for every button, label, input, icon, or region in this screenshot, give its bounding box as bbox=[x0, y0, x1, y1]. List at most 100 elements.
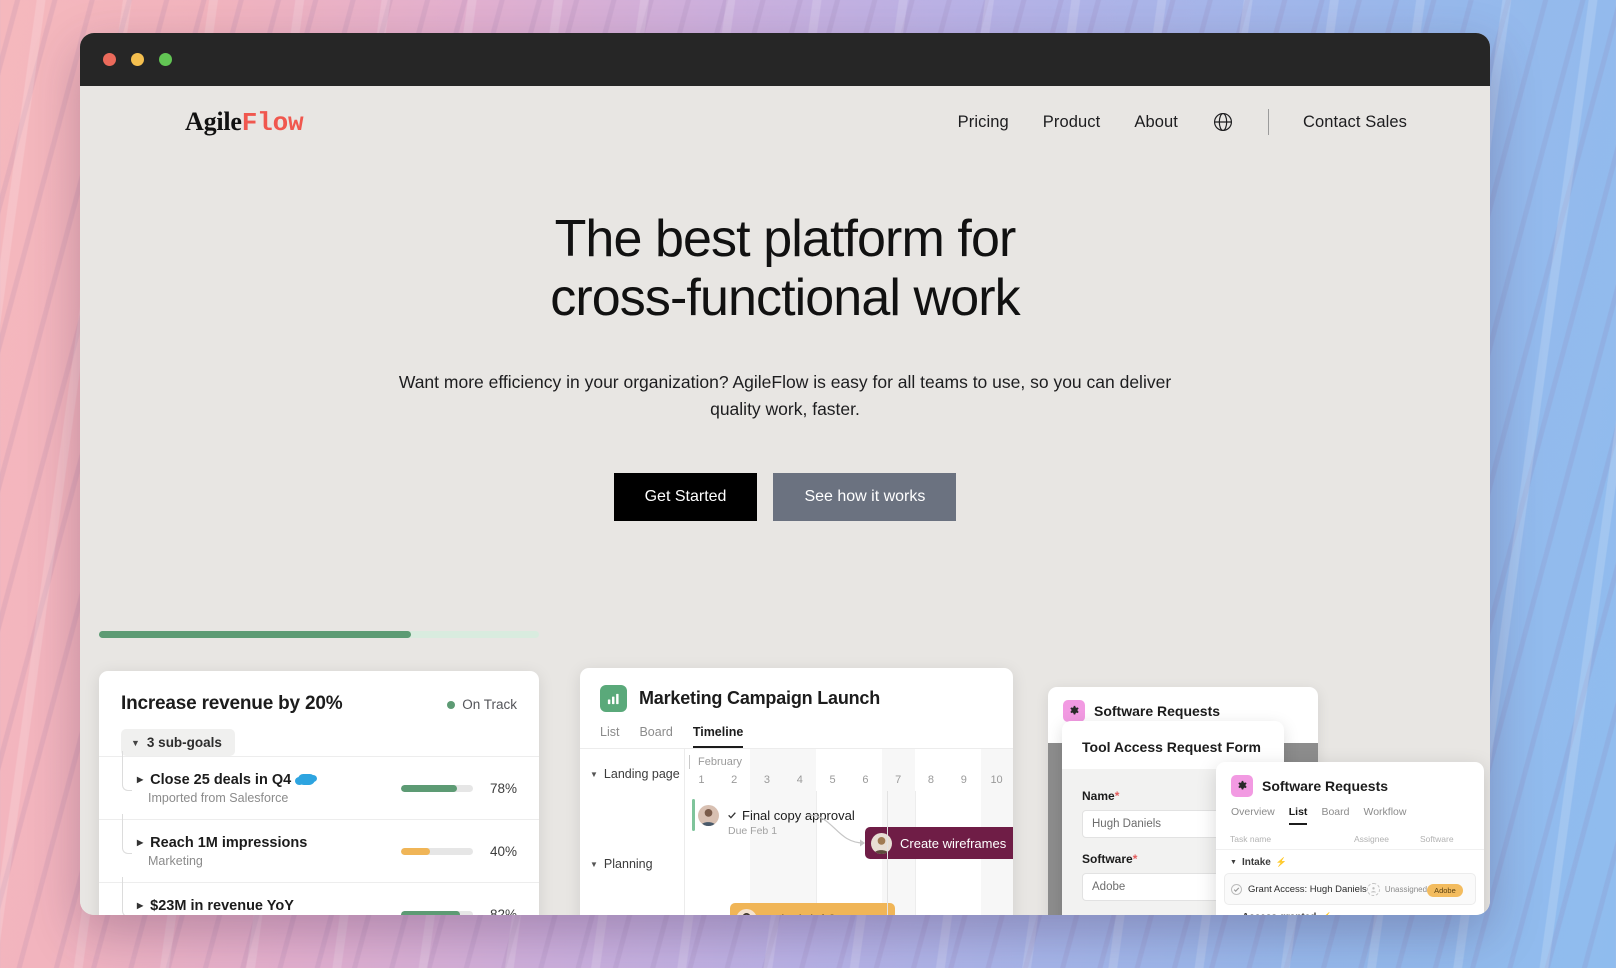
timeline-group-label: Planning bbox=[603, 857, 653, 871]
table-row[interactable]: ▶ Close 25 deals in Q4 Imported from Sal… bbox=[99, 751, 539, 819]
progress-bar-track bbox=[401, 910, 473, 915]
progress-bar-fill bbox=[401, 784, 458, 792]
task-due-date: Due Feb 1 bbox=[728, 825, 778, 837]
tab-board[interactable]: Board bbox=[639, 725, 672, 748]
page-title: The best platform for cross-functional w… bbox=[80, 210, 1490, 328]
task-handle[interactable] bbox=[692, 799, 695, 831]
chevron-right-icon[interactable]: ▶ bbox=[137, 901, 143, 910]
tab-list[interactable]: List bbox=[600, 725, 619, 748]
minimize-icon[interactable] bbox=[131, 53, 144, 66]
tab-overview[interactable]: Overview bbox=[1231, 806, 1275, 825]
chevron-right-icon[interactable]: ▶ bbox=[137, 775, 143, 784]
timeline-group-landing-page[interactable]: ▼ Landing page bbox=[580, 767, 680, 781]
required-marker: * bbox=[1114, 789, 1120, 803]
goal-row-name: Reach 1M impressions bbox=[150, 834, 308, 851]
row-software-cell: Adobe bbox=[1427, 880, 1469, 898]
status-badge: On Track bbox=[447, 697, 517, 712]
section-header-intake[interactable]: ▼ Intake ⚡ bbox=[1216, 850, 1484, 873]
tab-workflow[interactable]: Workflow bbox=[1363, 806, 1406, 825]
section-header-access-granted[interactable]: ▼ Access granted ⚡ bbox=[1216, 905, 1484, 915]
task-label: Create wireframes bbox=[900, 835, 1007, 851]
software-badge: Adobe bbox=[1427, 884, 1463, 897]
see-how-it-works-button[interactable]: See how it works bbox=[773, 472, 957, 521]
timeline-row-labels: ▼ Landing page ▼ Planning ▼ Email campai… bbox=[580, 749, 685, 915]
tab-timeline[interactable]: Timeline bbox=[692, 725, 744, 748]
hero-title-line2: cross-functional work bbox=[550, 268, 1020, 327]
timeline-day: 1 bbox=[698, 774, 705, 786]
subgoals-toggle[interactable]: ▼ 3 sub-goals bbox=[121, 729, 235, 756]
tab-board[interactable]: Board bbox=[1321, 806, 1349, 825]
nav-item-pricing[interactable]: Pricing bbox=[958, 113, 1009, 132]
software-requests-front-card: Software Requests Overview List Board Wo… bbox=[1216, 762, 1484, 915]
tab-list[interactable]: List bbox=[1288, 806, 1308, 825]
chevron-right-icon[interactable]: ▶ bbox=[137, 838, 143, 847]
goal-row-subtitle: Marketing bbox=[148, 853, 203, 868]
row-task-name-cell: Grant Access: Hugh Daniels bbox=[1231, 883, 1367, 895]
column-header-assignee: Assignee bbox=[1354, 834, 1389, 844]
name-label-text: Name bbox=[1082, 789, 1115, 803]
form-title: Tool Access Request Form bbox=[1082, 739, 1261, 755]
timeline-day: 7 bbox=[895, 774, 902, 786]
goal-row-name-wrap: ▶ Reach 1M impressions bbox=[137, 835, 307, 851]
required-marker: * bbox=[1132, 852, 1138, 866]
milestone-line bbox=[887, 791, 888, 915]
task-label-wrap: Write brief 3 bbox=[765, 912, 847, 916]
close-icon[interactable] bbox=[103, 53, 116, 66]
avatar bbox=[736, 908, 757, 915]
salesforce-cloud-icon bbox=[295, 774, 318, 785]
timeline-task-write-brief[interactable]: Write brief 3 bbox=[730, 903, 895, 915]
hero-title-line1: The best platform for bbox=[554, 210, 1017, 268]
chevron-down-icon: ▼ bbox=[1230, 859, 1237, 866]
software-label-text: Software bbox=[1082, 852, 1133, 866]
nav-item-about[interactable]: About bbox=[1134, 113, 1178, 132]
progress-percent: 78% bbox=[489, 780, 517, 796]
task-label-wrap: Create wireframes bbox=[900, 836, 1006, 851]
gear-icon bbox=[1231, 775, 1253, 797]
product-preview-cards: Increase revenue by 20% On Track ▼ 3 sub… bbox=[80, 631, 1490, 915]
hero-subtitle: Want more efficiency in your organizatio… bbox=[398, 371, 1172, 419]
software-requests-back-header: Software Requests bbox=[1048, 687, 1318, 722]
window-titlebar bbox=[80, 33, 1490, 86]
table-row[interactable]: Grant Access: Hugh Daniels Unassigned Ad… bbox=[1224, 873, 1476, 905]
table-row[interactable]: ▶ Reach 1M impressions Marketing 40% bbox=[99, 814, 539, 882]
maximize-icon[interactable] bbox=[159, 53, 172, 66]
software-requests-table: Task name Assignee Software ▼ Intake ⚡ G… bbox=[1216, 829, 1484, 915]
get-started-button[interactable]: Get Started bbox=[613, 472, 758, 521]
nav-item-product[interactable]: Product bbox=[1043, 113, 1101, 132]
globe-icon[interactable] bbox=[1212, 111, 1234, 133]
row-assignee: Unassigned bbox=[1384, 884, 1428, 894]
status-label: On Track bbox=[462, 697, 517, 712]
timeline-month-label: February bbox=[688, 755, 743, 769]
timeline-group-label: Landing page bbox=[603, 767, 680, 781]
nav-item-contact-sales[interactable]: Contact Sales bbox=[1303, 113, 1407, 132]
task-subtask-count: 3 bbox=[829, 913, 847, 915]
avatar bbox=[871, 832, 892, 854]
timeline-day-scale: 1 2 3 4 5 6 7 8 9 10 bbox=[685, 774, 1013, 786]
table-header-row: Task name Assignee Software bbox=[1216, 829, 1484, 850]
main-navigation: Pricing Product About Contact Sales bbox=[958, 109, 1407, 135]
timeline-day: 5 bbox=[829, 774, 836, 786]
column-header-task-name: Task name bbox=[1230, 834, 1272, 844]
hero-cta-group: Get Started See how it works bbox=[80, 472, 1490, 521]
timeline-group-planning[interactable]: ▼ Planning bbox=[580, 857, 653, 871]
timeline-day: 3 bbox=[763, 774, 771, 786]
progress-percent: 82% bbox=[489, 906, 517, 916]
software-requests-title: Software Requests bbox=[1094, 703, 1221, 719]
chevron-down-icon: ▼ bbox=[131, 737, 140, 748]
check-icon bbox=[728, 812, 736, 819]
timeline-day: 9 bbox=[960, 774, 967, 786]
logo-text-primary: Agile bbox=[185, 107, 242, 136]
row-task-name: Grant Access: Hugh Daniels bbox=[1248, 883, 1367, 895]
section-label: Access granted bbox=[1242, 912, 1316, 915]
table-row[interactable]: ▶ $23M in revenue YoY Sales 82% bbox=[99, 877, 539, 916]
logo[interactable]: AgileFlow bbox=[185, 106, 304, 138]
timeline-tabs: List Board Timeline bbox=[580, 712, 1013, 748]
check-circle-icon[interactable] bbox=[1231, 883, 1242, 895]
row-assignee-cell: Unassigned bbox=[1366, 882, 1428, 896]
section-label: Intake bbox=[1241, 857, 1271, 868]
nav-divider bbox=[1267, 109, 1269, 135]
goal-row-name: $23M in revenue YoY bbox=[150, 897, 294, 914]
progress-bar-fill bbox=[401, 910, 461, 915]
project-title: Marketing Campaign Launch bbox=[639, 688, 881, 708]
avatar bbox=[698, 804, 719, 826]
